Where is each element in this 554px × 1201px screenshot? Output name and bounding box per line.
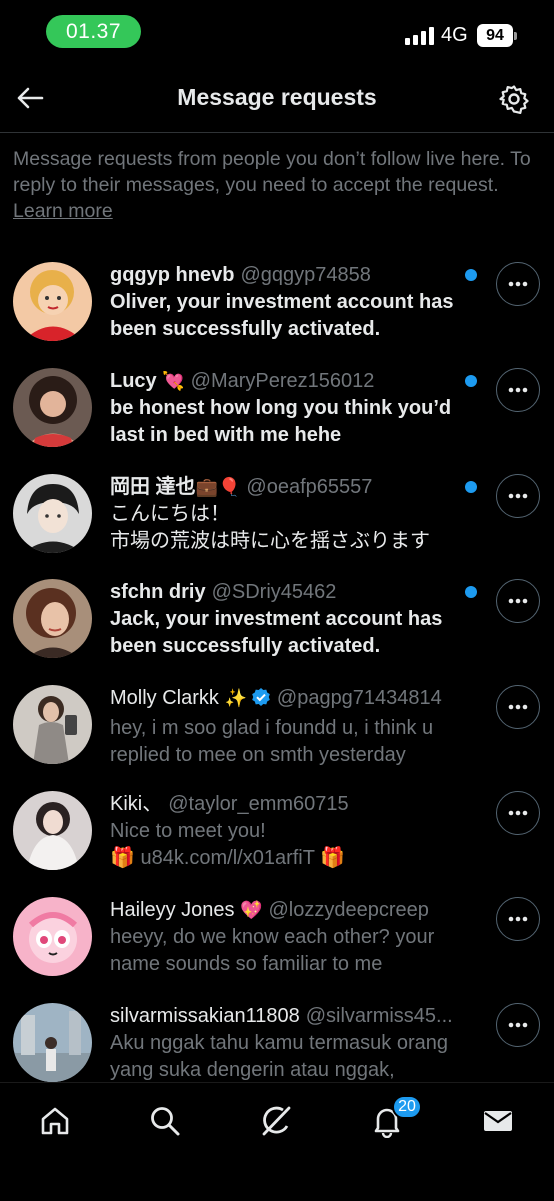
more-dots-icon[interactable] bbox=[496, 896, 540, 941]
header: Message requests bbox=[0, 64, 554, 133]
sender-handle: @pagpg71434814 bbox=[276, 687, 442, 710]
sender-name: 岡田 達也 bbox=[110, 475, 196, 498]
notifications-badge: 20 bbox=[392, 1095, 422, 1119]
page-title: Message requests bbox=[177, 84, 377, 110]
grok-icon[interactable] bbox=[256, 1101, 296, 1141]
message-preview: Oliver, your investment account has been… bbox=[110, 291, 454, 340]
request-row[interactable]: Kiki、 @taylor_emm60715 Nice to meet you! … bbox=[0, 777, 554, 883]
gear-icon[interactable] bbox=[496, 81, 532, 117]
sender-name: Kiki、 bbox=[110, 792, 163, 815]
sender-handle: @oeafp65557 bbox=[246, 475, 373, 498]
request-row[interactable]: silvarmissakian11808 @silvarmiss45... Aku… bbox=[0, 989, 554, 1082]
learn-more-link[interactable]: Learn more bbox=[13, 200, 113, 222]
unread-dot bbox=[465, 374, 477, 387]
avatar[interactable] bbox=[13, 367, 92, 447]
sender-handle: @gqgyp74858 bbox=[240, 264, 371, 286]
request-row[interactable]: 岡田 達也💼🎈 @oeafp65557 こんにちは！ 市場の荒波は時に心を揺さぶり… bbox=[0, 460, 554, 566]
tab-bar: 20 bbox=[0, 1082, 554, 1201]
message-preview: heeyy, do we know each other? your name … bbox=[110, 925, 435, 975]
sender-handle: @SDriy45462 bbox=[211, 581, 337, 604]
unread-dot bbox=[465, 269, 477, 281]
request-row[interactable]: sfchn driy @SDriy45462 Jack, your investm… bbox=[0, 565, 554, 671]
more-dots-icon[interactable] bbox=[496, 473, 540, 518]
status-bar: 01.37 4G 94 bbox=[0, 0, 554, 64]
sender-name: Molly Clarkk bbox=[110, 687, 219, 710]
info-description: Message requests from people you don’t f… bbox=[13, 148, 531, 196]
name-emoji: 💖 bbox=[240, 899, 263, 920]
avatar[interactable] bbox=[13, 790, 92, 870]
more-dots-icon[interactable] bbox=[496, 790, 540, 835]
request-row[interactable]: Lucy 💘 @MaryPerez156012 be honest how lon… bbox=[0, 354, 554, 460]
sender-handle: @lozzydeepcreep bbox=[268, 898, 429, 921]
message-preview: Nice to meet you! 🎁 u84k.com/l/x01arfiT … bbox=[110, 819, 346, 869]
more-dots-icon[interactable] bbox=[496, 262, 540, 306]
verified-badge-icon bbox=[251, 687, 271, 715]
network-type: 4G bbox=[441, 24, 468, 46]
more-dots-icon[interactable] bbox=[496, 579, 540, 624]
request-row[interactable]: gqgyp hnevb @gqgyp74858 Oliver, your inve… bbox=[0, 248, 554, 354]
avatar[interactable] bbox=[13, 896, 92, 976]
sender-handle: @silvarmiss45... bbox=[305, 1004, 453, 1027]
more-dots-icon[interactable] bbox=[496, 367, 540, 412]
sender-name: sfchn driy bbox=[110, 581, 206, 604]
sender-name: Haileyy Jones bbox=[110, 898, 235, 921]
message-preview: こんにちは！ 市場の荒波は時に心を揺さぶります bbox=[110, 502, 430, 552]
message-preview: Jack, your investment account has been s… bbox=[110, 608, 443, 658]
request-row[interactable]: Molly Clarkk ✨ @pagpg71434814 hey, i m so… bbox=[0, 671, 554, 777]
avatar[interactable] bbox=[13, 473, 92, 553]
search-icon[interactable] bbox=[145, 1101, 185, 1141]
battery-icon: 94 bbox=[477, 24, 517, 47]
sender-handle: @MaryPerez156012 bbox=[190, 369, 375, 392]
name-emoji: 💘 bbox=[162, 370, 185, 391]
sender-name: Lucy bbox=[110, 369, 157, 392]
unread-dot bbox=[465, 480, 477, 493]
more-dots-icon[interactable] bbox=[496, 685, 540, 730]
info-text: Message requests from people you don’t f… bbox=[13, 146, 533, 224]
sender-name: gqgyp hnevb bbox=[110, 264, 235, 286]
name-emoji: ✨ bbox=[224, 688, 247, 709]
avatar[interactable] bbox=[13, 1002, 92, 1082]
signal-icon bbox=[405, 27, 434, 45]
home-icon[interactable] bbox=[35, 1101, 75, 1141]
sender-name: silvarmissakian11808 bbox=[110, 1004, 300, 1027]
more-dots-icon[interactable] bbox=[496, 1002, 540, 1047]
sender-handle: @taylor_emm60715 bbox=[168, 792, 349, 815]
name-emoji: 💼🎈 bbox=[195, 476, 241, 497]
message-preview: hey, i m soo glad i foundd u, i think u … bbox=[110, 717, 434, 767]
mail-icon[interactable] bbox=[478, 1101, 518, 1141]
avatar[interactable] bbox=[13, 579, 92, 659]
request-list[interactable]: gqgyp hnevb @gqgyp74858 Oliver, your inve… bbox=[0, 248, 554, 1082]
avatar[interactable] bbox=[13, 685, 92, 765]
request-row[interactable]: Haileyy Jones 💖 @lozzydeepcreep heeyy, do… bbox=[0, 883, 554, 989]
status-time: 01.37 bbox=[46, 15, 141, 48]
message-preview: be honest how long you think you’d last … bbox=[110, 396, 452, 446]
message-preview: Aku nggak tahu kamu termasuk orang yang … bbox=[110, 1031, 448, 1081]
avatar[interactable] bbox=[13, 262, 92, 341]
